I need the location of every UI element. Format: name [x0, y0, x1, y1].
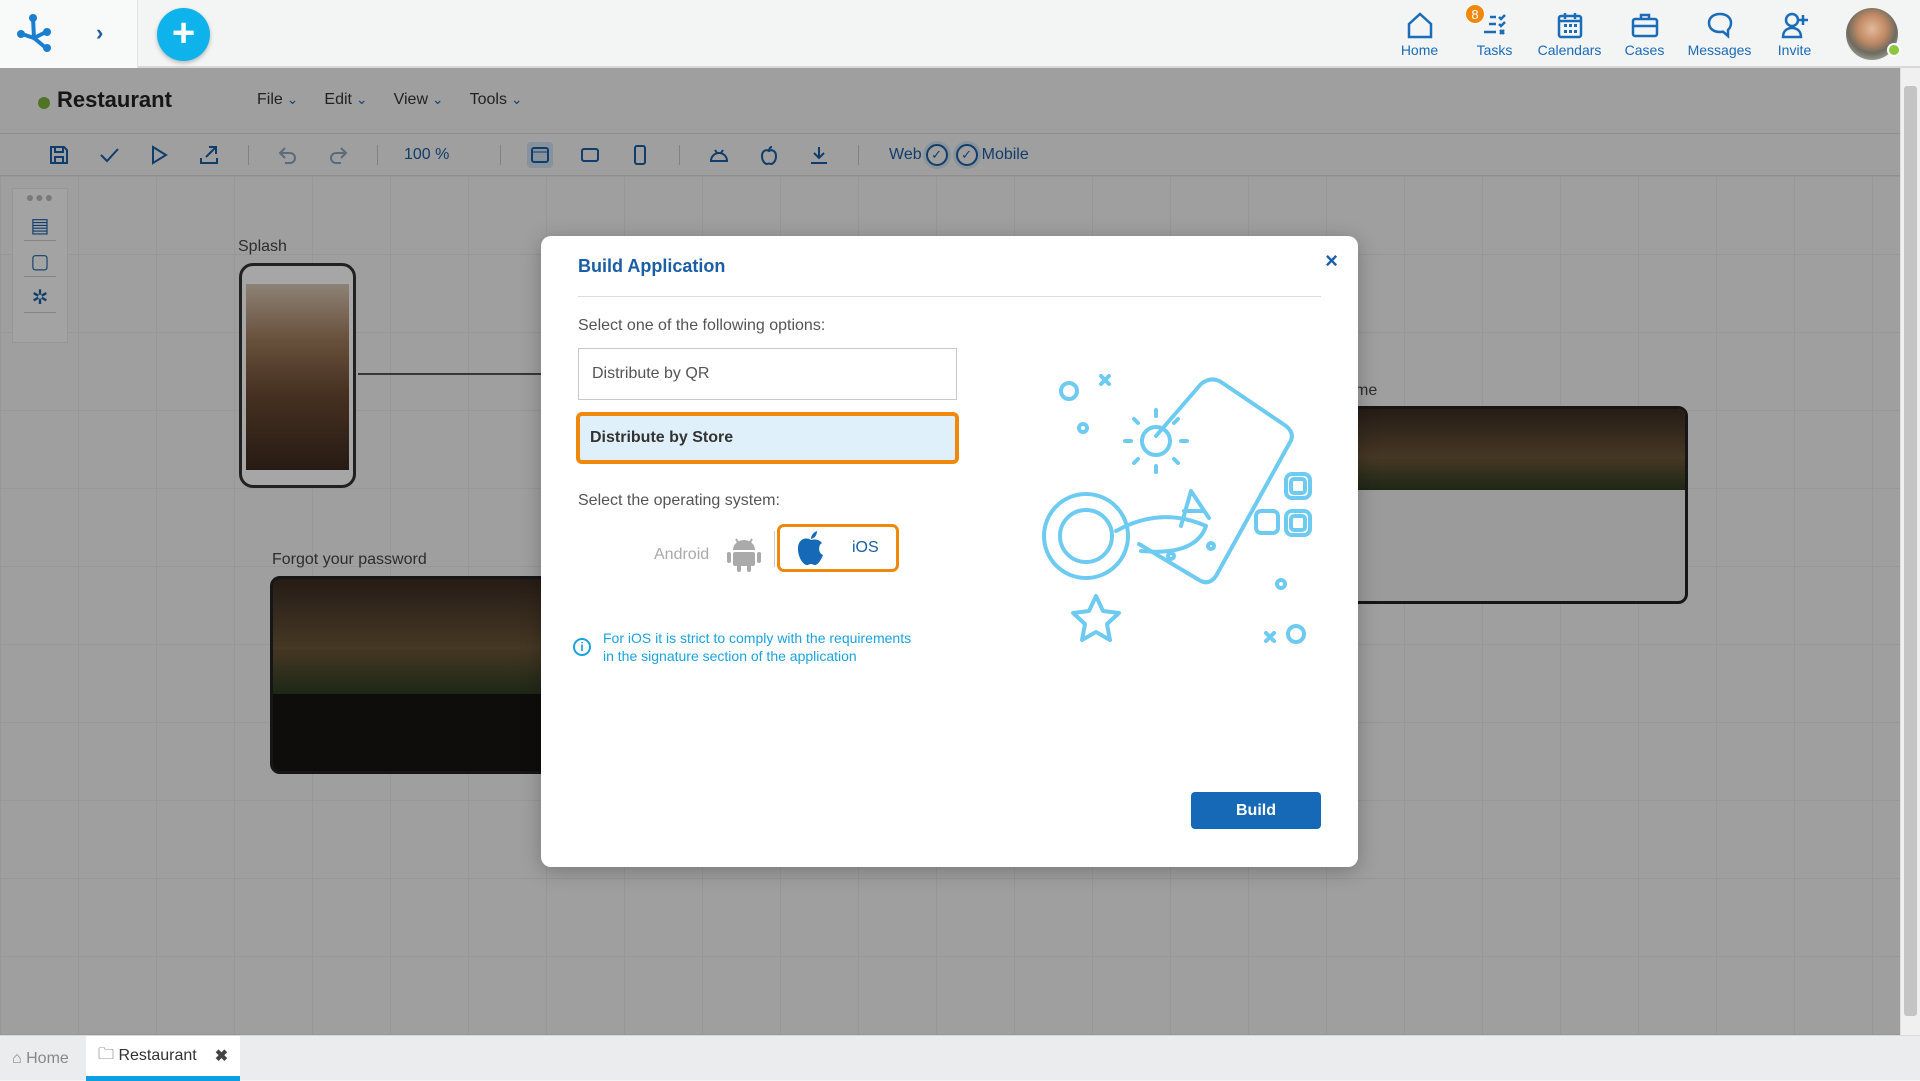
app-build-illustration — [1042, 374, 1312, 644]
nav-home[interactable]: Home — [1382, 10, 1457, 58]
tasks-badge: 8 — [1465, 4, 1485, 24]
nav-invite-label: Invite — [1777, 42, 1812, 58]
options-label: Select one of the following options: — [578, 317, 826, 334]
ios-info-note: i For iOS it is strict to comply with th… — [573, 629, 911, 665]
nav-messages-label: Messages — [1687, 42, 1752, 58]
android-label: Android — [654, 546, 710, 563]
top-bar: › + Home 8 Tasks Calendars Cases Message… — [0, 0, 1920, 68]
tab-restaurant[interactable]: 🗀 Restaurant ✖ — [86, 1036, 241, 1081]
tab-home-label: Home — [26, 1049, 69, 1067]
add-button[interactable]: + — [157, 8, 210, 61]
vertical-scrollbar[interactable] — [1900, 68, 1920, 1035]
folder-icon: 🗀 — [98, 1045, 119, 1063]
ios-label: iOS — [852, 539, 879, 556]
info-icon: i — [573, 638, 591, 656]
build-button[interactable]: Build — [1191, 792, 1321, 829]
nav-calendars[interactable]: Calendars — [1532, 10, 1607, 58]
apple-icon — [798, 531, 823, 565]
user-avatar[interactable] — [1846, 8, 1901, 60]
os-divider — [774, 531, 775, 567]
expand-sidebar-button[interactable]: › — [96, 20, 103, 46]
option-distribute-store[interactable]: Distribute by Store — [576, 412, 959, 464]
online-status-indicator — [1887, 43, 1901, 57]
close-dialog-button[interactable]: × — [1325, 248, 1338, 274]
tab-home[interactable]: ⌂ Home — [0, 1036, 81, 1081]
android-icon — [727, 538, 762, 572]
os-option-ios[interactable]: iOS — [777, 524, 899, 572]
option-distribute-qr[interactable]: Distribute by QR — [578, 348, 957, 400]
nav-cases[interactable]: Cases — [1607, 10, 1682, 58]
tab-restaurant-label: Restaurant — [118, 1047, 197, 1064]
nav-home-label: Home — [1400, 42, 1439, 58]
logo-icon[interactable] — [16, 12, 62, 54]
top-nav: Home 8 Tasks Calendars Cases Messages In… — [1382, 0, 1920, 68]
briefcase-icon — [1631, 13, 1658, 38]
build-application-dialog: Build Application × Select one of the fo… — [541, 236, 1358, 867]
invite-user-icon — [1781, 12, 1808, 39]
nav-messages[interactable]: Messages — [1682, 10, 1757, 58]
nav-tasks-label: Tasks — [1476, 42, 1513, 58]
os-label: Select the operating system: — [578, 492, 780, 509]
info-line-2: in the signature section of the applicat… — [603, 648, 857, 664]
info-line-1: For iOS it is strict to comply with the … — [603, 630, 912, 646]
nav-invite[interactable]: Invite — [1757, 10, 1832, 58]
calendar-icon — [1557, 13, 1582, 39]
message-icon — [1707, 12, 1732, 39]
nav-cases-label: Cases — [1624, 42, 1665, 58]
logo-area: › — [0, 0, 138, 68]
scrollbar-thumb[interactable] — [1904, 86, 1917, 1016]
dialog-divider — [578, 296, 1321, 297]
nav-tasks[interactable]: 8 Tasks — [1457, 4, 1532, 58]
bottom-tab-bar: ⌂ Home 🗀 Restaurant ✖ — [0, 1035, 1920, 1081]
close-tab-button[interactable]: ✖ — [215, 1046, 228, 1066]
os-option-android[interactable]: Android — [654, 536, 762, 574]
home-icon: ⌂ — [12, 1049, 27, 1067]
nav-calendars-label: Calendars — [1537, 42, 1602, 58]
dialog-title: Build Application — [578, 256, 726, 276]
home-icon — [1407, 12, 1432, 39]
